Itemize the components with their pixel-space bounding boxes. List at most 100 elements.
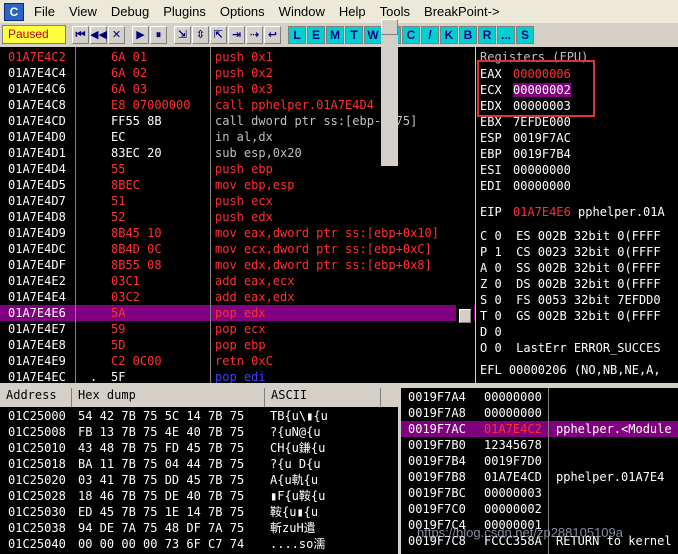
window-modules-button[interactable]: E [307,25,325,44]
window-references-button[interactable]: R [478,25,496,44]
disasm-row[interactable]: 01A7E4E8 5D pop ebp [0,337,475,353]
register-value[interactable]: 0019F7AC [513,131,571,145]
disassembly-pane[interactable]: 01A7E4C2 6A 01 push 0x1 01A7E4C4 6A 02 push 0… [0,47,475,383]
dump-header-address[interactable]: Address [0,388,72,407]
dump-ascii: ?{u D{u [270,457,321,471]
disasm-row[interactable]: 01A7E4E2 03C1 add eax,ecx [0,273,475,289]
disasm-row[interactable]: 01A7E4D0 EC in al,dx [0,129,475,145]
disasm-row[interactable]: 01A7E4D8 52 push edx [0,209,475,225]
stack-address: 0019F7B4 [408,454,466,468]
execute-till-return-icon[interactable]: ⇢ [246,25,263,44]
disasm-row[interactable]: 01A7E4D4 55 push ebp [0,161,475,177]
disasm-bytes: 52 [111,210,126,224]
disasm-row[interactable]: 01A7E4DF 8B55 08 mov edx,dword ptr ss:[ebp… [0,257,475,273]
disasm-row[interactable]: 01A7E4D7 51 push ecx [0,193,475,209]
window-log-button[interactable]: L [288,25,306,44]
register-row[interactable]: ESP 0019F7AC [480,130,571,146]
dump-header-ascii[interactable]: ASCII [265,388,381,407]
disasm-row[interactable]: 01A7E4D5 8BEC mov ebp,esp [0,177,475,193]
flag-row[interactable]: S 0 FS 0053 32bit 7EFDD0 [480,292,661,308]
stack-row[interactable]: 0019F7B8 01A7E4CD pphelper.01A7E4 [401,469,678,485]
disasm-row[interactable]: 01A7E4C4 6A 02 push 0x2 [0,65,475,81]
register-value[interactable]: 7EFDE000 [513,115,571,129]
trace-into-icon[interactable]: ⇱ [210,25,227,44]
disasm-address: 01A7E4E6 [8,306,66,320]
flag-row[interactable]: C 0 ES 002B 32bit 0(FFFF [480,228,661,244]
menu-plugins[interactable]: Plugins [156,0,213,23]
pause-icon[interactable]: ⏸ [150,25,167,44]
disasm-row[interactable]: 01A7E4D1 83EC 20 sub esp,0x20 [0,145,475,161]
window-breakpoints-button[interactable]: B [459,25,477,44]
register-row[interactable]: EDI 00000000 [480,178,571,194]
restart-icon[interactable]: ⏮ [72,25,89,44]
step-into-icon[interactable]: ⇲ [174,25,191,44]
disasm-row[interactable]: 01A7E4CD FF55 8B call dword ptr ss:[ebp-0x… [0,113,475,129]
disasm-row[interactable]: 01A7E4D9 8B45 10 mov eax,dword ptr ss:[ebp… [0,225,475,241]
menu-view[interactable]: View [62,0,104,23]
disasm-address: 01A7E4EC [8,370,66,383]
dump-scrollbar[interactable] [381,19,398,166]
window-cpu-button[interactable]: C [402,25,420,44]
flag-row[interactable]: D 0 [480,324,502,340]
window-threads-button[interactable]: T [345,25,363,44]
flag-row[interactable]: P 1 CS 0023 32bit 0(FFFF [480,244,661,260]
register-row[interactable]: ESI 00000000 [480,162,571,178]
efl-row[interactable]: EFL 00000206 (NO,NB,NE,A, [480,362,661,378]
dump-scroll-thumb[interactable] [381,19,398,35]
disasm-row[interactable]: 01A7E4DC 8B4D 0C mov ecx,dword ptr ss:[ebp… [0,241,475,257]
menu-help[interactable]: Help [332,0,373,23]
disassembly-scroll-thumb[interactable] [459,309,471,323]
register-value[interactable]: 00000000 [513,163,571,177]
window-windows-button[interactable]: W [364,25,382,44]
stack-comment: pphelper.01A7E4 [556,470,665,484]
menu-breakpoint[interactable]: BreakPoint-> [417,0,507,23]
close-icon[interactable]: ✕ [108,25,125,44]
disassembly-scrollbar[interactable] [456,47,474,383]
stack-row[interactable]: 0019F7B4 0019F7D0 [401,453,678,469]
flag-row[interactable]: Z 0 DS 002B 32bit 0(FFFF [480,276,661,292]
status-indicator: Paused [2,25,66,44]
stack-row[interactable]: 0019F7C0 00000002 [401,501,678,517]
run-icon[interactable]: ▶ [132,25,149,44]
register-value[interactable]: 00000000 [513,179,571,193]
stack-row[interactable]: 0019F7A4 00000000 [401,389,678,405]
stack-value: 00000000 [484,390,542,404]
menu-options[interactable]: Options [213,0,272,23]
flag-row[interactable]: A 0 SS 002B 32bit 0(FFFF [480,260,661,276]
stack-row[interactable]: 0019F7A8 00000000 [401,405,678,421]
window-patches-button[interactable]: / [421,25,439,44]
menu-file[interactable]: File [27,0,62,23]
menu-window[interactable]: Window [272,0,332,23]
disasm-row[interactable]: 01A7E4EC. 5F pop edi [0,369,475,383]
disasm-row[interactable]: 01A7E4E6 5A pop edx [0,305,475,321]
trace-over-icon[interactable]: ⇥ [228,25,245,44]
disasm-instruction: call pphelper.01A7E4D4 [215,98,374,112]
window-memory-button[interactable]: M [326,25,344,44]
disasm-instruction: push edx [215,210,273,224]
disasm-row[interactable]: 01A7E4E9 C2 0C00 retn 0xC [0,353,475,369]
menu-debug[interactable]: Debug [104,0,156,23]
dump-hex: FB 13 7B 75 4E 40 7B 75 [78,425,245,439]
step-over-icon[interactable]: ⇳ [192,25,209,44]
hex-dump-pane[interactable]: Address Hex dump ASCII 01C25000 54 42 7B … [0,388,398,554]
register-eip-row[interactable]: EIP 01A7E4E6 pphelper.01A [480,204,665,220]
disasm-row[interactable]: 01A7E4E7 59 pop ecx [0,321,475,337]
register-row[interactable]: EBP 0019F7B4 [480,146,571,162]
rewind-icon[interactable]: ◀◀ [90,25,107,44]
register-value[interactable]: 0019F7B4 [513,147,571,161]
flag-row[interactable]: O 0 LastErr ERROR_SUCCES [480,340,661,356]
stack-row[interactable]: 0019F7B0 12345678 [401,437,678,453]
stack-row[interactable]: 0019F7AC 01A7E4C2 pphelper.<Module [401,421,678,437]
disasm-row[interactable]: 01A7E4C8 E8 07000000 call pphelper.01A7E4D… [0,97,475,113]
window-runtrace-button[interactable]: ... [497,25,515,44]
window-source-button[interactable]: S [516,25,534,44]
window-callstack-button[interactable]: K [440,25,458,44]
dump-header-hex[interactable]: Hex dump [72,388,265,407]
flag-row[interactable]: T 0 GS 002B 32bit 0(FFFF [480,308,661,324]
go-to-icon[interactable]: ↩ [264,25,281,44]
disasm-row[interactable]: 01A7E4C6 6A 03 push 0x3 [0,81,475,97]
disasm-row[interactable]: 01A7E4E4 03C2 add eax,edx [0,289,475,305]
stack-row[interactable]: 0019F7BC 00000003 [401,485,678,501]
disasm-row[interactable]: 01A7E4C2 6A 01 push 0x1 [0,49,475,65]
register-value[interactable]: 01A7E4E6 [513,205,571,219]
